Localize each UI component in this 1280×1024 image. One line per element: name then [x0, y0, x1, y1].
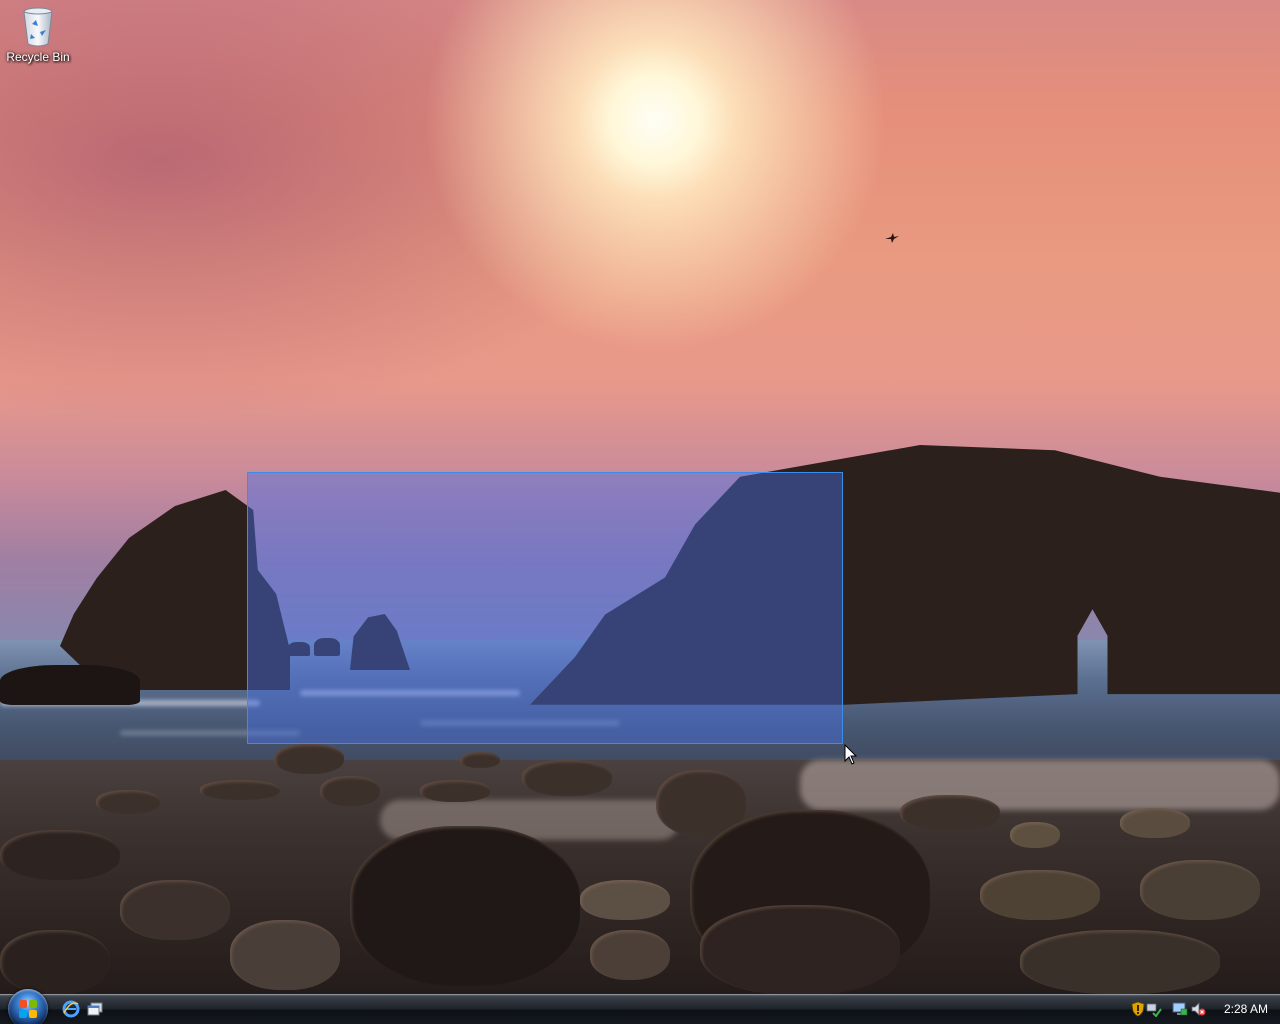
wallpaper-stone: [420, 780, 490, 802]
wallpaper-stone: [350, 826, 580, 986]
wallpaper-stone: [120, 880, 230, 940]
windows-security-alert-icon[interactable]: [1130, 1001, 1146, 1017]
switch-windows-icon[interactable]: [86, 1000, 104, 1018]
wallpaper-stone: [1010, 822, 1060, 848]
wallpaper-stone: [200, 780, 280, 800]
recycle-bin-icon: [23, 7, 53, 47]
wallpaper-stone: [1020, 930, 1220, 994]
windows-start-orb-icon: [19, 1000, 37, 1018]
wallpaper-stone: [700, 905, 900, 995]
start-button[interactable]: [8, 989, 48, 1024]
taskbar: 2:28 AM: [0, 989, 1280, 1024]
wallpaper-stone: [274, 744, 344, 774]
wallpaper-stone: [96, 790, 160, 814]
wallpaper-stone: [580, 880, 670, 920]
wallpaper-stone: [460, 752, 500, 768]
wallpaper-stone: [0, 930, 110, 994]
network-icon[interactable]: [1146, 1001, 1162, 1017]
mouse-cursor-icon: [844, 744, 858, 765]
wallpaper-stone: [1120, 808, 1190, 838]
notification-area: 2:28 AM: [1124, 995, 1280, 1024]
desktop-selection-rectangle: [247, 472, 843, 744]
wallpaper-stone: [0, 830, 120, 880]
desktop-icon-label: Recycle Bin: [6, 50, 70, 64]
wallpaper-stone: [980, 870, 1100, 920]
wallpaper-stone: [1140, 860, 1260, 920]
wallpaper-stone: [900, 795, 1000, 831]
taskbar-clock[interactable]: 2:28 AM: [1224, 1002, 1268, 1016]
bird-icon: [885, 233, 899, 243]
internet-explorer-icon[interactable]: [62, 1000, 80, 1018]
wallpaper-stone: [320, 776, 380, 806]
wallpaper-rock: [0, 665, 140, 705]
desktop-icon-recycle-bin[interactable]: Recycle Bin: [4, 2, 72, 72]
volume-muted-icon[interactable]: [1190, 1001, 1206, 1017]
display-icon[interactable]: [1172, 1001, 1188, 1017]
wallpaper-stone: [522, 760, 612, 796]
wallpaper-sand: [800, 760, 1280, 810]
wallpaper-stone: [590, 930, 670, 980]
wallpaper-stone: [230, 920, 340, 990]
